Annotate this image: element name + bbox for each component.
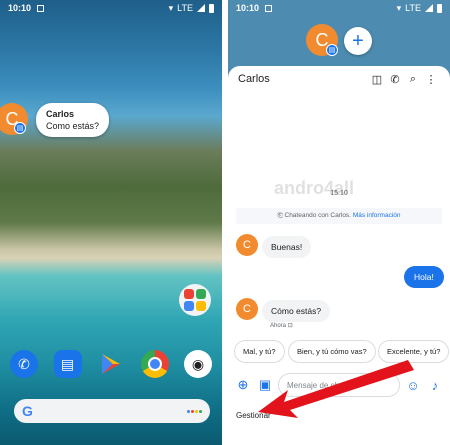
assistant-icon[interactable] [187,409,202,413]
phone-icon[interactable]: ✆ [10,350,38,378]
drive-icon [184,301,194,311]
wifi-icon: ▾ [168,2,174,13]
contact-avatar: C [236,234,258,256]
message-meta: Ahora ⊡ [270,322,293,329]
battery-icon [437,3,442,13]
message-preview[interactable]: Carlos Como estás? [36,103,110,137]
add-bubble-button[interactable]: + [344,27,372,55]
chat-info-row: ⎗ Chateando con Carlos. Más información [236,208,442,224]
signal-icon [425,4,433,12]
phone-icon[interactable]: ✆ [386,73,404,86]
google-logo: G [22,403,33,419]
dock: ✆ ▤ ◉ [10,350,212,378]
more-options-icon[interactable]: ⋮ [422,73,440,86]
annotation-arrow [258,360,414,418]
google-search-bar[interactable]: G [14,399,210,423]
message-time: Ahora [270,323,287,329]
camera-icon[interactable]: ◉ [184,350,212,378]
preview-message: Como estás? [46,121,100,131]
microphone-icon[interactable]: ♪ [426,376,444,394]
bubble-expanded-screen: 10:10 ▾ LTE C ▤ + Carlos ◫ ✆ ⌕ ⋮ 15:10 ⎗… [228,0,450,445]
watermark: andro4all [274,178,355,198]
search-icon[interactable]: ⌕ [404,73,422,86]
meet-icon[interactable]: ◫ [368,73,386,86]
notification-icon [265,4,273,12]
chat-info-text: Chateando con Carlos. [284,212,352,219]
more-info-link[interactable]: Más información [353,212,401,219]
conversation-header: Carlos ◫ ✆ ⌕ ⋮ [228,66,450,92]
chat-info-icon: ⎗ [277,212,285,219]
app-folder[interactable] [179,284,211,316]
messages-badge-icon: ▤ [326,44,338,56]
home-screen: 10:10 ▾ LTE C ▤ Carlos Como estás? ✆ ▤ ◉ [0,0,222,445]
messages-badge-icon: ▤ [14,122,26,134]
conversation-bubble[interactable]: C ▤ [306,24,338,56]
add-attachment-icon[interactable]: ⊕ [234,376,252,394]
message-bubble-incoming[interactable]: Cómo estás? [262,300,331,322]
message-bubble-outgoing[interactable]: Hola! [404,266,444,288]
contact-name: Carlos [238,73,270,85]
message-bubble-incoming[interactable]: Buenas! [262,236,312,258]
gmail-icon [184,289,194,299]
network-label: LTE [405,3,421,13]
status-bar: 10:10 ▾ LTE [228,0,450,16]
play-store-icon[interactable] [97,350,125,378]
photos-icon [196,301,206,311]
messages-icon[interactable]: ▤ [53,350,82,378]
contact-avatar: C [236,298,258,320]
wifi-icon: ▾ [396,2,402,13]
status-time: 10:10 [236,3,260,13]
network-label: LTE [177,3,193,13]
status-bar: 10:10 ▾ LTE [0,0,222,16]
battery-icon [209,3,214,13]
chrome-icon[interactable] [140,350,169,378]
status-time: 10:10 [8,3,32,13]
maps-icon [196,289,206,299]
chat-head-bubble[interactable]: C ▤ [0,103,28,135]
lock-icon: ⊡ [287,323,293,329]
signal-icon [197,4,205,12]
notification-icon [37,4,45,12]
preview-sender: Carlos [46,109,75,119]
